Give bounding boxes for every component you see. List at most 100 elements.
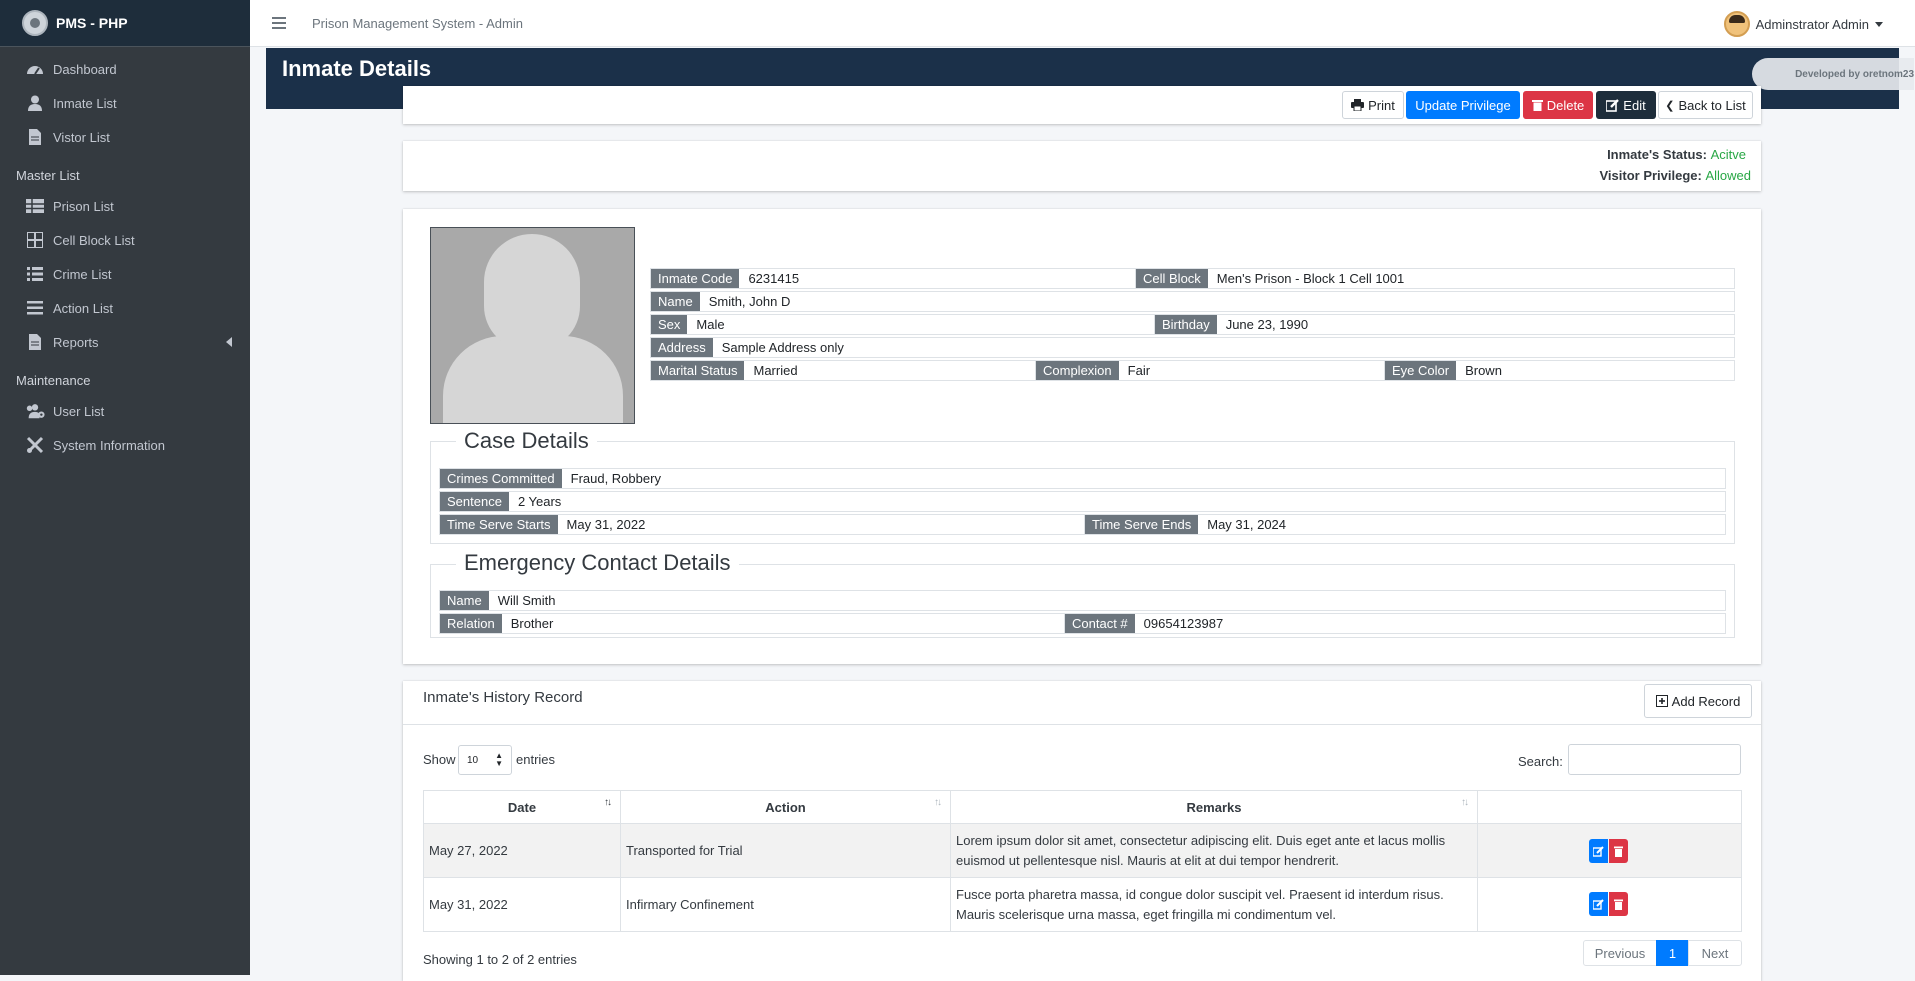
print-button[interactable]: Print [1342,91,1404,119]
sidebar: PMS - PHP Dashboard Inmate List Vistor L… [0,0,250,975]
sidebar-item-label: Action List [53,300,113,316]
field-address: Address Sample Address only [650,337,1735,358]
inmate-status: Inmate's Status: Acitve [1607,147,1746,162]
field-inmate-code: Inmate Code 6231415 [650,268,1136,289]
sidebar-item-inmate-list[interactable]: Inmate List [0,86,250,120]
sidebar-item-label: Prison List [53,198,114,214]
menu-toggle-icon[interactable] [272,17,286,29]
trash-icon [1614,846,1623,857]
sidebar-item-reports[interactable]: Reports [0,325,250,359]
plus-square-icon [1655,695,1668,707]
brand-name: PMS - PHP [56,15,128,31]
sidebar-item-system-information[interactable]: System Information [0,428,250,462]
brand-logo-icon [22,10,48,36]
delete-record-button[interactable] [1609,839,1628,863]
user-dropdown[interactable]: Adminstrator Admin [1723,11,1883,37]
sidebar-item-cell-block-list[interactable]: Cell Block List [0,223,250,257]
field-time-serve-starts: Time Serve Starts May 31, 2022 [439,514,1085,535]
dashboard-icon [25,60,45,78]
sidebar-item-crime-list[interactable]: Crime List [0,257,250,291]
field-time-serve-ends: Time Serve Ends May 31, 2024 [1084,514,1726,535]
sort-icon: ▲ ▼ [495,751,503,768]
avatar [1723,11,1750,37]
back-to-list-button[interactable]: ❮ Back to List [1658,91,1753,119]
delete-record-button[interactable] [1609,892,1628,916]
search-label: Search: [1518,754,1563,769]
column-actions [1477,790,1742,824]
field-contact-name: Name Will Smith [439,590,1726,611]
entries-label: entries [516,752,556,767]
nav-header-maintenance: Maintenance [16,373,91,388]
edit-icon [1593,845,1604,857]
sidebar-item-prison-list[interactable]: Prison List [0,189,250,223]
show-label: Show [423,752,456,767]
sidebar-item-label: Vistor List [53,129,110,145]
visitor-privilege: Visitor Privilege: Allowed [1599,168,1751,183]
column-remarks[interactable]: Remarks ↑↓ [950,790,1478,824]
trash-icon [1531,100,1543,111]
user-icon [25,94,45,112]
page-title: Inmate Details [282,56,432,81]
cell-action: Infirmary Confinement [620,877,951,932]
sidebar-item-dashboard[interactable]: Dashboard [0,52,250,86]
field-cell-block: Cell Block Men's Prison - Block 1 Cell 10… [1135,268,1735,289]
update-privilege-button[interactable]: Update Privilege [1406,91,1520,119]
add-record-button[interactable]: Add Record [1644,684,1752,718]
delete-button[interactable]: Delete [1523,91,1593,119]
sidebar-item-label: Cell Block List [53,232,135,248]
field-contact-number: Contact #09654123987 [1064,613,1726,634]
pagination-page-1[interactable]: 1 [1656,940,1689,966]
trash-icon [1614,899,1623,910]
pagination-next[interactable]: Next [1688,940,1742,966]
users-cog-icon [25,402,45,420]
sidebar-item-label: Inmate List [53,95,117,111]
nav-header-master: Master List [16,168,80,183]
sort-icon: ↑↓ [934,797,942,808]
field-crimes-committed: Crimes Committed Fraud, Robbery [439,468,1726,489]
system-title: Prison Management System - Admin [312,15,523,31]
edit-record-button[interactable] [1589,839,1608,863]
field-complexion: Complexion Fair [1035,360,1385,381]
visitor-privilege-value: Allowed [1705,168,1751,183]
field-birthday: Birthday June 23, 1990 [1154,314,1735,335]
cell-date: May 27, 2022 [423,823,621,878]
column-date[interactable]: Date ↑↓ [423,790,621,824]
edit-button[interactable]: Edit [1596,91,1656,119]
chevron-left-icon [226,337,232,347]
status-card: Inmate's Status: Acitve Visitor Privileg… [403,141,1761,191]
edit-icon [1606,98,1620,112]
sidebar-item-label: User List [53,403,105,419]
cell-action: Transported for Trial [620,823,951,878]
brand-link[interactable]: PMS - PHP [0,0,250,47]
entries-select[interactable]: 10 ▲ ▼ [458,745,512,775]
sort-icon: ↑↓ [1461,797,1469,808]
search-input[interactable] [1568,744,1741,775]
cell-remarks: Fusce porta pharetra massa, id congue do… [950,877,1478,932]
edit-record-button[interactable] [1589,892,1608,916]
case-details-legend: Case Details [456,428,597,454]
field-name: Name Smith, John D [650,291,1735,312]
sidebar-item-action-list[interactable]: Action List [0,291,250,325]
top-navbar: Prison Management System - Admin Adminst… [250,0,1915,47]
inmate-photo [430,227,635,424]
table-icon [25,197,45,215]
caret-down-icon [1875,21,1883,27]
history-title: Inmate's History Record [423,689,583,706]
column-action[interactable]: Action ↑↓ [620,790,951,824]
cell-remarks: Lorem ipsum dolor sit amet, consectetur … [950,823,1478,878]
user-name: Adminstrator Admin [1755,16,1869,32]
edit-icon [1593,898,1604,910]
sidebar-item-visitor-list[interactable]: Vistor List [0,120,250,154]
file-icon [25,333,45,351]
pagination-previous[interactable]: Previous [1583,940,1657,966]
developer-badge[interactable]: Developed by oretnom23 [1752,58,1914,90]
chevron-left-icon: ❮ [1665,99,1675,112]
table-info: Showing 1 to 2 of 2 entries [423,952,577,967]
field-sentence: Sentence 2 Years [439,491,1726,512]
sidebar-item-user-list[interactable]: User List [0,394,250,428]
cell-date: May 31, 2022 [423,877,621,932]
grid-icon [25,231,45,249]
action-bar: Print Update Privilege Delete Edit ❮ Bac… [403,86,1761,124]
tools-icon [25,436,45,454]
bars-icon [25,299,45,317]
